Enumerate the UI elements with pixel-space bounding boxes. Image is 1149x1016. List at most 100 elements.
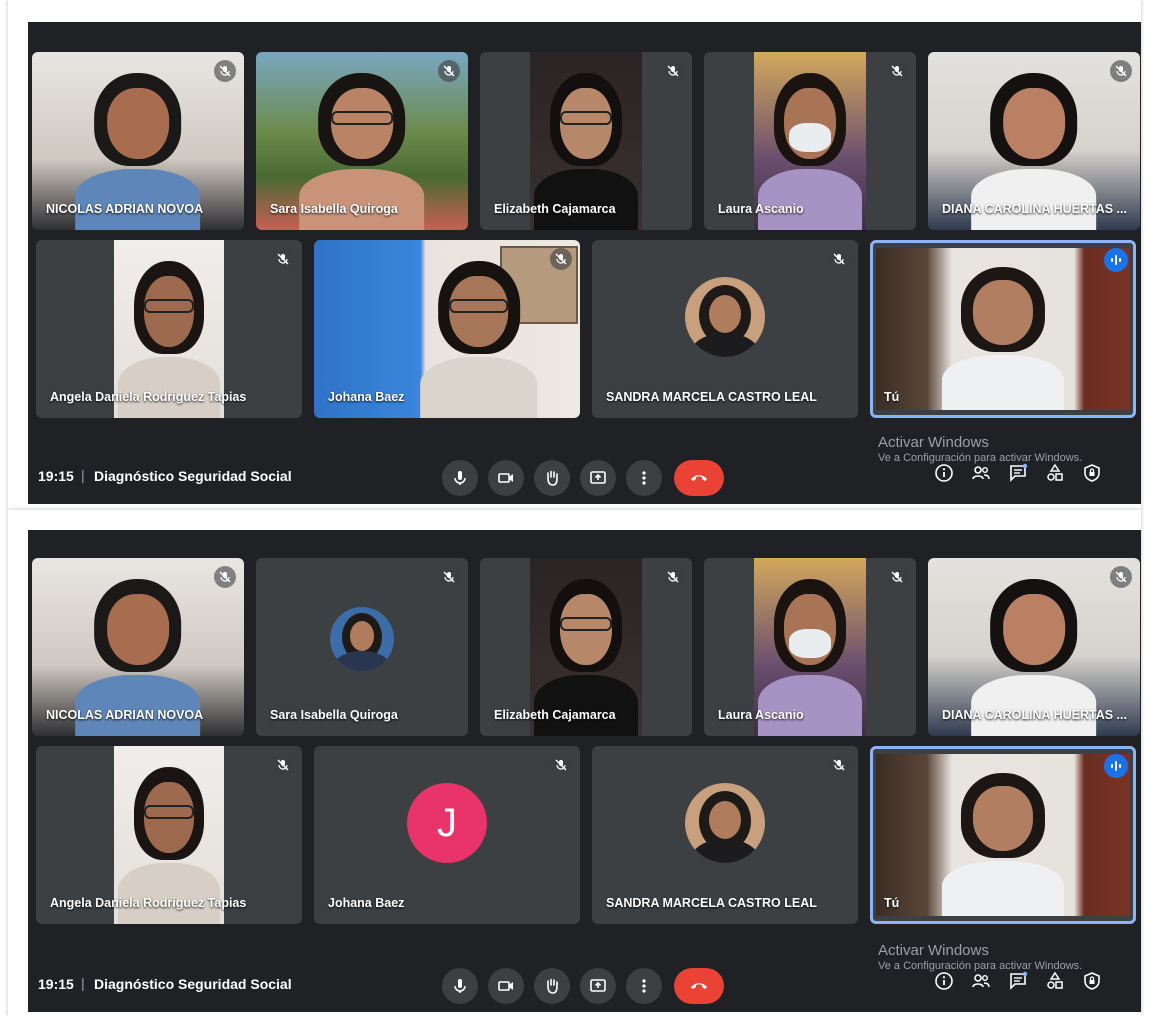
meet-window: NICOLAS ADRIAN NOVOA Sara Isabella Quiro…	[28, 530, 1141, 1012]
participant-name: Johana Baez	[328, 390, 405, 404]
host-controls-icon	[1084, 972, 1100, 990]
host-controls-button[interactable]	[1079, 460, 1105, 486]
meeting-title: Diagnóstico Seguridad Social	[94, 976, 292, 992]
more-options-button[interactable]	[626, 968, 662, 1004]
meeting-info-button[interactable]	[931, 460, 957, 486]
mic-off-icon	[828, 754, 850, 776]
participant-tile[interactable]: J Johana Baez	[314, 746, 580, 924]
meeting-clock: 19:15	[38, 468, 74, 484]
chat-button[interactable]	[1005, 460, 1031, 486]
windows-activation-watermark: Activar Windows	[878, 942, 989, 959]
participant-name: Angela Daniela Rodriguez Tapias	[50, 390, 247, 404]
people-icon	[972, 974, 990, 988]
participant-name: Johana Baez	[328, 896, 405, 910]
speaking-indicator-icon	[1104, 754, 1128, 778]
meeting-title: Diagnóstico Seguridad Social	[94, 468, 292, 484]
participant-name: Tú	[884, 390, 900, 404]
participant-name: Elizabeth Cajamarca	[494, 708, 616, 722]
meeting-info-button[interactable]	[931, 968, 957, 994]
mic-off-icon	[886, 60, 908, 82]
participant-tile[interactable]: Laura Ascanio	[704, 52, 916, 230]
camera-button[interactable]	[488, 968, 524, 1004]
end-call-button[interactable]	[674, 968, 724, 1004]
meeting-bottom-bar: 19:15 | Diagnóstico Seguridad Social Act…	[28, 434, 1141, 504]
people-button[interactable]	[968, 460, 994, 486]
participant-name: DIANA CAROLINA HUERTAS ...	[942, 202, 1127, 216]
participant-name: DIANA CAROLINA HUERTAS ...	[942, 708, 1127, 722]
end-call-icon	[691, 983, 707, 989]
raise-hand-icon	[547, 470, 558, 486]
activities-button[interactable]	[1042, 968, 1068, 994]
self-tile[interactable]: Tú	[870, 746, 1136, 924]
participant-tile[interactable]: SANDRA MARCELA CASTRO LEAL	[592, 240, 858, 418]
meet-window: NICOLAS ADRIAN NOVOA Sara Isabella Quiro…	[28, 22, 1141, 504]
mic-off-icon	[272, 754, 294, 776]
meeting-bottom-bar: 19:15 | Diagnóstico Seguridad Social Act…	[28, 942, 1141, 1012]
info-icon	[935, 972, 953, 990]
meet-screenshot-2: NICOLAS ADRIAN NOVOA Sara Isabella Quiro…	[8, 510, 1141, 1016]
participant-tile[interactable]: Elizabeth Cajamarca	[480, 558, 692, 736]
participant-tile[interactable]: NICOLAS ADRIAN NOVOA	[32, 52, 244, 230]
camera-button[interactable]	[488, 460, 524, 496]
raise-hand-button[interactable]	[534, 968, 570, 1004]
separator: |	[81, 467, 85, 483]
participant-avatar	[685, 783, 765, 863]
present-screen-button[interactable]	[580, 460, 616, 496]
raise-hand-button[interactable]	[534, 460, 570, 496]
chat-icon	[1010, 971, 1028, 990]
participant-name: Sara Isabella Quiroga	[270, 202, 398, 216]
chat-button[interactable]	[1005, 968, 1031, 994]
people-icon	[972, 466, 990, 480]
mic-off-icon	[438, 566, 460, 588]
microphone-button[interactable]	[442, 968, 478, 1004]
participant-name: SANDRA MARCELA CASTRO LEAL	[606, 896, 817, 910]
activities-icon	[1047, 971, 1063, 989]
participant-tile[interactable]: Johana Baez	[314, 240, 580, 418]
present-screen-icon	[590, 979, 606, 992]
participant-tile[interactable]: Sara Isabella Quiroga	[256, 52, 468, 230]
separator: |	[81, 975, 85, 991]
participant-name: Angela Daniela Rodriguez Tapias	[50, 896, 247, 910]
raise-hand-icon	[547, 978, 558, 994]
participant-tile[interactable]: DIANA CAROLINA HUERTAS ...	[928, 52, 1140, 230]
participant-tile[interactable]: DIANA CAROLINA HUERTAS ...	[928, 558, 1140, 736]
self-video	[876, 248, 1130, 410]
participant-name: NICOLAS ADRIAN NOVOA	[46, 202, 204, 216]
people-button[interactable]	[968, 968, 994, 994]
meeting-clock: 19:15	[38, 976, 74, 992]
activities-button[interactable]	[1042, 460, 1068, 486]
mic-off-icon	[1110, 60, 1132, 82]
more-options-icon	[642, 979, 646, 993]
participant-avatar	[685, 277, 765, 357]
windows-activation-watermark: Activar Windows	[878, 434, 989, 451]
meet-screenshot-1: NICOLAS ADRIAN NOVOA Sara Isabella Quiro…	[8, 0, 1141, 510]
participant-tile[interactable]: Angela Daniela Rodriguez Tapias	[36, 240, 302, 418]
end-call-button[interactable]	[674, 460, 724, 496]
speaking-indicator-icon	[1104, 248, 1128, 272]
microphone-icon	[454, 471, 466, 485]
mic-off-icon	[272, 248, 294, 270]
more-options-icon	[642, 471, 646, 485]
participant-avatar	[330, 607, 394, 671]
host-controls-button[interactable]	[1079, 968, 1105, 994]
participant-tile[interactable]: Laura Ascanio	[704, 558, 916, 736]
participant-tile[interactable]: Angela Daniela Rodriguez Tapias	[36, 746, 302, 924]
participant-tile[interactable]: Sara Isabella Quiroga	[256, 558, 468, 736]
microphone-button[interactable]	[442, 460, 478, 496]
end-call-icon	[691, 475, 707, 481]
present-screen-button[interactable]	[580, 968, 616, 1004]
self-tile[interactable]: Tú	[870, 240, 1136, 418]
participant-name: Tú	[884, 896, 900, 910]
mic-off-icon	[828, 248, 850, 270]
more-options-button[interactable]	[626, 460, 662, 496]
microphone-icon	[454, 979, 466, 993]
participant-tile[interactable]: NICOLAS ADRIAN NOVOA	[32, 558, 244, 736]
participant-tile[interactable]: SANDRA MARCELA CASTRO LEAL	[592, 746, 858, 924]
participant-name: SANDRA MARCELA CASTRO LEAL	[606, 390, 817, 404]
mic-off-icon	[214, 566, 236, 588]
chat-icon	[1010, 463, 1028, 482]
host-controls-icon	[1084, 464, 1100, 482]
participant-name: Laura Ascanio	[718, 202, 804, 216]
participant-tile[interactable]: Elizabeth Cajamarca	[480, 52, 692, 230]
camera-icon	[498, 473, 513, 483]
